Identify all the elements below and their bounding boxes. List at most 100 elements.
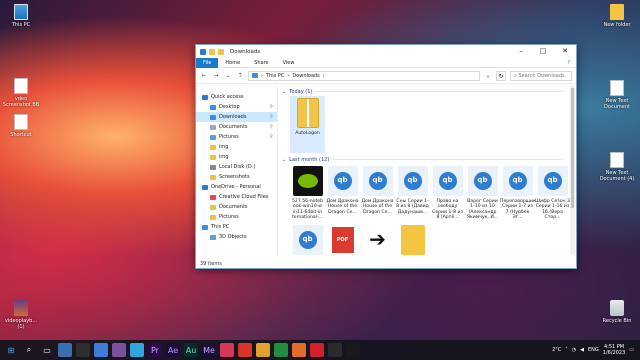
help-icon[interactable]: ? [567,60,576,66]
sidebar-item[interactable]: Screenshots [196,172,277,182]
chevron-down-icon[interactable]: ⌄ [224,72,232,79]
sidebar-item[interactable]: Pictures [196,212,277,222]
sidebar-item[interactable]: Local Disk (D:) [196,162,277,172]
premiere-icon[interactable]: Pr [148,343,162,357]
sidebar-item[interactable]: This PC [196,222,277,232]
file-item[interactable]: qbНадзое Серии 1-9 из 9 [290,223,325,257]
recycle-bin-icon [610,300,624,316]
desktop-icon-this-pc[interactable]: This PC [2,4,40,28]
scrollbar-thumb[interactable] [571,88,574,208]
breadcrumb-this-pc[interactable]: This PC [266,73,284,79]
file-item[interactable]: qb Дом Дракона House of the Dragon Ce... [360,164,395,221]
sidebar-item[interactable]: img [196,152,277,162]
after-effects-icon[interactable]: Ae [166,343,180,357]
opera-icon[interactable] [310,343,324,357]
maximize-icon[interactable]: □ [532,45,554,58]
taskbar-app-icon[interactable] [76,343,90,357]
minimize-icon[interactable]: – [510,45,532,58]
file-item[interactable]: 527.56-noteb ook-win10-w in11-64bit-in t… [290,164,325,221]
breadcrumb-separator: › [261,72,263,79]
sidebar-item[interactable]: Pictures ⚲ [196,132,277,142]
clock-date: 1/6/2023 [602,350,626,356]
taskbar-app-icon[interactable] [256,343,270,357]
sidebar-item[interactable]: Documents [196,202,277,212]
taskbar-app-icon[interactable] [346,343,360,357]
sidebar-item[interactable]: Quick access [196,92,277,102]
viber-icon[interactable] [112,343,126,357]
taskbar-app-icon[interactable] [238,343,252,357]
network-icon[interactable]: ◔ [572,347,576,353]
desktop-icon-new-folder[interactable]: New folder [598,4,636,28]
new-folder-icon[interactable] [218,48,224,55]
firefox-icon[interactable] [292,343,306,357]
start-windows-icon[interactable]: ⊞ [4,343,18,357]
telegram-icon[interactable] [130,343,144,357]
file-item[interactable]: qb Дом Дракона House of the Dragon Ce... [325,164,360,221]
chevron-up-icon[interactable]: ˄ [565,347,568,353]
taskbar-app-icon[interactable] [274,343,288,357]
search-icon[interactable]: ⌕ [22,343,36,357]
media-encoder-icon[interactable]: Me [202,343,216,357]
tab-view[interactable]: View [276,58,302,68]
pin-icon[interactable]: ⚲ [269,134,273,140]
folder-icon [210,204,216,210]
back-arrow-icon[interactable]: ← [200,72,208,79]
pin-icon[interactable]: ⚲ [269,114,273,120]
desktop-icon-shortcut[interactable]: Shortcut [2,114,40,138]
file-item[interactable]: PDF40997935 [325,223,360,257]
tab-home[interactable]: Home [218,58,247,68]
pin-icon[interactable]: ⚲ [269,124,273,130]
folder-icon [400,225,425,255]
address-bar[interactable]: › This PC › Downloads › [248,70,480,81]
sidebar-item[interactable]: img [196,142,277,152]
group-header[interactable]: ⌄ Today (1) [282,87,570,96]
file-item[interactable]: qb Переговорщик Серии 1-7 из 7 (Нурбек Эг… [500,164,535,221]
desktop-icon-text-doc-4[interactable]: New Text Document (4) [598,152,636,182]
sidebar-item[interactable]: Creative Cloud Files [196,192,277,202]
notification-icon[interactable]: ▭ [629,347,634,353]
file-item[interactable]: qb Сны Серии 1-8 из 8 (Давид Дадунашв... [395,164,430,221]
tab-file[interactable]: File [196,57,219,68]
group-title: Today (1) [289,88,313,95]
weather-temp[interactable]: 2°C [552,347,561,353]
audition-icon[interactable]: Au [184,343,198,357]
sidebar-item[interactable]: Downloads ⚲ [196,112,277,122]
up-arrow-icon[interactable]: ↑ [236,72,244,79]
file-item[interactable]: temp [395,223,430,257]
breadcrumb-downloads[interactable]: Downloads [292,73,319,79]
sidebar-item[interactable]: Desktop ⚲ [196,102,277,112]
file-item[interactable]: qb Право на свободу Серии 1-8 из 8 (Артё.… [430,164,465,221]
group-header[interactable]: ⌄ Last month (12) [282,155,570,164]
sidebar-item[interactable]: OneDrive - Personal [196,182,277,192]
vertical-scrollbar[interactable] [570,85,575,255]
task-view-icon[interactable]: ▭ [40,343,54,357]
desktop-icon-text-doc[interactable]: New Text Document [598,80,636,110]
clock[interactable]: 4:51 PM 1/6/2023 [603,344,625,356]
photoshop-icon[interactable] [220,343,234,357]
refresh-icon[interactable]: ↻ [496,70,506,81]
tab-share[interactable]: Share [247,58,275,68]
forward-arrow-icon[interactable]: → [212,72,220,79]
file-item[interactable]: qb Шифр Сезон 3 Серии 1-16 из 16 (Вера Ст… [535,164,570,221]
sidebar-item[interactable]: 3D Objects [196,232,277,242]
taskbar-app-icon[interactable] [58,343,72,357]
pin-icon[interactable]: ⚲ [269,104,273,110]
folder-download-icon[interactable] [200,48,206,55]
qbittorrent-file-icon: qb [467,166,498,196]
sidebar-item-label: Pictures [219,214,239,220]
search-input[interactable]: ⌕ Search Downloads [510,70,572,81]
properties-icon[interactable] [209,48,215,55]
desktop-icon-video[interactable]: videoplayb... (1) [2,300,40,330]
file-item[interactable]: AutoLogon [290,96,325,153]
file-item[interactable]: qb Варег Серии 1-10 из 10 (Александр Яким… [465,164,500,221]
taskbar-app-icon[interactable] [328,343,342,357]
file-item[interactable]: ➔free-icon-arr ow-right-413 пенд [360,223,395,257]
language-indicator[interactable]: ENG [588,347,599,353]
desktop-icon-recycle-bin[interactable]: Recycle Bin [598,300,636,324]
sidebar-item[interactable]: Documents ⚲ [196,122,277,132]
volume-icon[interactable]: ◀ [580,347,584,353]
desktop-icon-screenshot[interactable]: vdeo Screenshot BB [2,78,40,108]
taskbar-app-icon[interactable] [94,343,108,357]
address-dropdown-icon[interactable]: ⌄ [484,72,492,79]
close-icon[interactable]: ✕ [554,45,576,58]
